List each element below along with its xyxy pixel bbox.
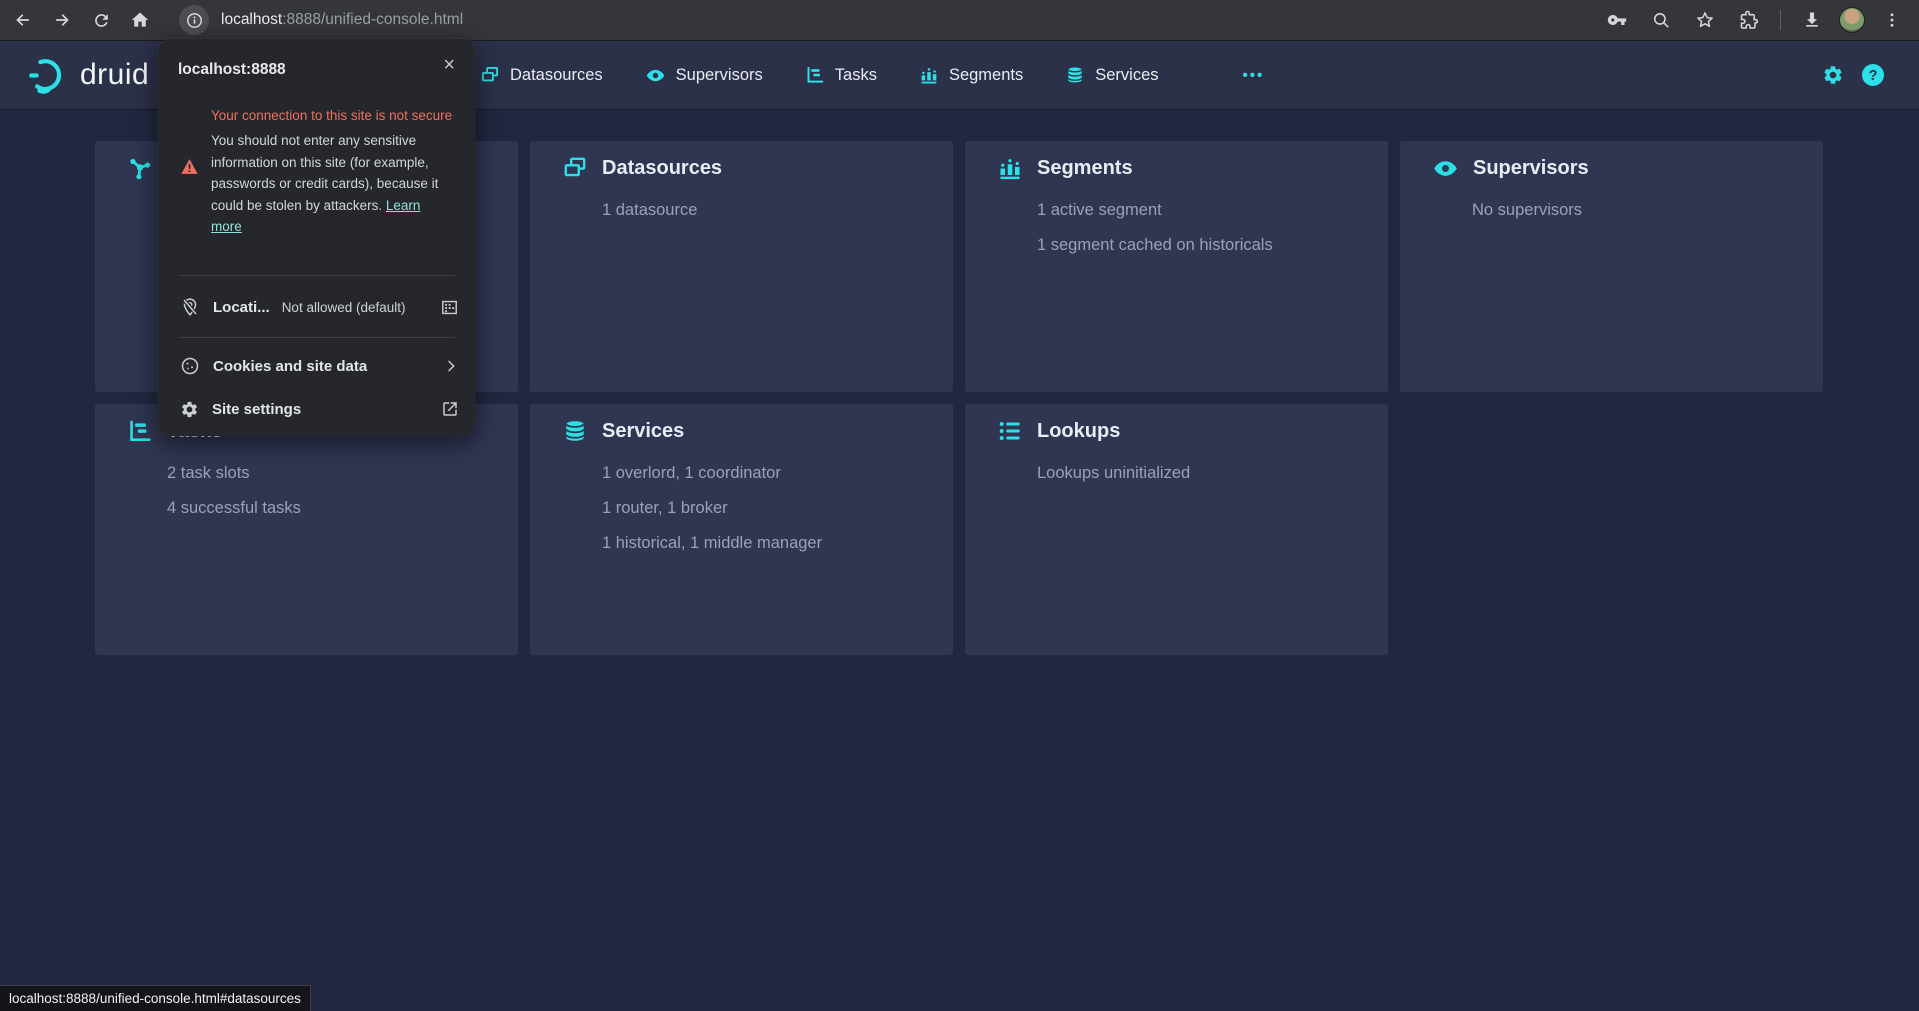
tab-tasks[interactable]: Tasks <box>805 65 877 85</box>
card-tasks[interactable]: Tasks 2 task slots 4 successful tasks <box>95 404 518 655</box>
cookie-icon <box>180 356 200 376</box>
site-settings-row[interactable]: Site settings <box>180 390 459 428</box>
url-path: :8888/unified-console.html <box>282 11 463 28</box>
card-supervisors-title: Supervisors <box>1473 157 1589 180</box>
location-off-icon <box>180 297 200 317</box>
card-services[interactable]: Services 1 overlord, 1 coordinator 1 rou… <box>530 404 953 655</box>
services-icon <box>562 418 588 444</box>
lookups-list-icon <box>997 418 1023 444</box>
tab-tasks-label: Tasks <box>835 66 877 85</box>
location-permission-row[interactable]: Locati... Not allowed (default) <box>180 287 459 327</box>
warning-title: Your connection to this site is not secu… <box>211 105 455 126</box>
toolbar-separator <box>1780 10 1781 30</box>
services-line-1: 1 overlord, 1 coordinator <box>602 456 929 491</box>
extensions-icon[interactable] <box>1732 3 1766 37</box>
cached-segments-count: 1 segment cached on historicals <box>1037 228 1364 263</box>
warning-triangle-icon <box>180 158 199 175</box>
services-line-3: 1 historical, 1 middle manager <box>602 526 929 561</box>
supervisors-eye-icon <box>1432 155 1459 182</box>
popup-title: localhost:8888 <box>178 61 286 79</box>
tab-supervisors[interactable]: Supervisors <box>645 65 763 86</box>
tab-services[interactable]: Services <box>1065 65 1158 85</box>
tab-datasources-label: Datasources <box>510 66 603 85</box>
card-segments-title: Segments <box>1037 157 1133 180</box>
home-icon[interactable] <box>123 3 157 37</box>
status-network-icon <box>127 155 153 181</box>
site-info-icon[interactable] <box>179 5 209 35</box>
zoom-icon[interactable] <box>1644 3 1678 37</box>
lookups-status: Lookups uninitialized <box>1037 456 1364 491</box>
forward-icon[interactable] <box>45 3 79 37</box>
card-lookups[interactable]: Lookups Lookups uninitialized <box>965 404 1388 655</box>
settings-gear-icon <box>180 400 199 419</box>
cookies-row[interactable]: Cookies and site data <box>180 347 459 385</box>
tasks-icon <box>805 65 825 85</box>
successful-tasks-count: 4 successful tasks <box>167 491 494 526</box>
tab-segments[interactable]: Segments <box>919 65 1023 85</box>
profile-avatar[interactable] <box>1839 7 1865 33</box>
browser-toolbar: localhost:8888/unified-console.html <box>0 0 1919 41</box>
supervisors-count: No supervisors <box>1472 193 1799 228</box>
more-tabs-button[interactable]: ••• <box>1243 67 1265 84</box>
card-segments[interactable]: Segments 1 active segment 1 segment cach… <box>965 141 1388 392</box>
datasources-icon <box>480 65 500 85</box>
location-label: Locati... <box>213 299 270 316</box>
link-status-text: localhost:8888/unified-console.html#data… <box>9 991 301 1006</box>
managed-building-icon <box>440 298 459 317</box>
task-slots-count: 2 task slots <box>167 456 494 491</box>
cookies-label: Cookies and site data <box>213 358 367 375</box>
link-status-tooltip: localhost:8888/unified-console.html#data… <box>0 985 311 1011</box>
divider <box>178 337 455 338</box>
bookmark-star-icon[interactable] <box>1688 3 1722 37</box>
external-link-icon <box>441 400 459 418</box>
services-icon <box>1065 65 1085 85</box>
card-services-title: Services <box>602 420 684 443</box>
help-icon[interactable]: ? <box>1861 63 1885 87</box>
brand-wordmark: druid <box>80 58 149 92</box>
warning-body: You should not enter any sensitive infor… <box>211 130 451 238</box>
back-icon[interactable] <box>6 3 40 37</box>
downloads-icon[interactable] <box>1795 3 1829 37</box>
site-info-popup: localhost:8888 × Your connection to this… <box>158 39 475 436</box>
supervisors-eye-icon <box>645 65 666 86</box>
chevron-right-icon <box>443 358 459 374</box>
tasks-icon <box>127 418 153 444</box>
datasources-icon <box>562 155 588 181</box>
druid-logo-icon <box>28 55 70 95</box>
tab-segments-label: Segments <box>949 66 1023 85</box>
console-settings-gear-icon[interactable] <box>1822 64 1844 86</box>
segments-icon <box>919 65 939 85</box>
address-bar[interactable]: localhost:8888/unified-console.html <box>179 5 1600 35</box>
screen: localhost:8888/unified-console.html <box>0 0 1919 1011</box>
divider <box>178 275 455 276</box>
datasource-count: 1 datasource <box>602 193 929 228</box>
card-lookups-title: Lookups <box>1037 420 1120 443</box>
tab-services-label: Services <box>1095 66 1158 85</box>
svg-text:?: ? <box>1869 68 1878 84</box>
url-text[interactable]: localhost:8888/unified-console.html <box>221 11 463 29</box>
card-supervisors[interactable]: Supervisors No supervisors <box>1400 141 1823 392</box>
close-icon[interactable]: × <box>443 55 455 75</box>
card-datasources[interactable]: Datasources 1 datasource <box>530 141 953 392</box>
tab-supervisors-label: Supervisors <box>676 66 763 85</box>
card-datasources-title: Datasources <box>602 157 722 180</box>
services-line-2: 1 router, 1 broker <box>602 491 929 526</box>
location-value: Not allowed (default) <box>282 300 406 315</box>
security-warning: Your connection to this site is not secu… <box>211 105 455 238</box>
segments-icon <box>997 155 1023 181</box>
passwords-key-icon[interactable] <box>1600 3 1634 37</box>
refresh-icon[interactable] <box>84 3 118 37</box>
tab-datasources[interactable]: Datasources <box>480 65 603 85</box>
active-segments-count: 1 active segment <box>1037 193 1364 228</box>
browser-menu-icon[interactable] <box>1875 3 1909 37</box>
url-host: localhost <box>221 11 282 28</box>
site-settings-label: Site settings <box>212 401 301 418</box>
